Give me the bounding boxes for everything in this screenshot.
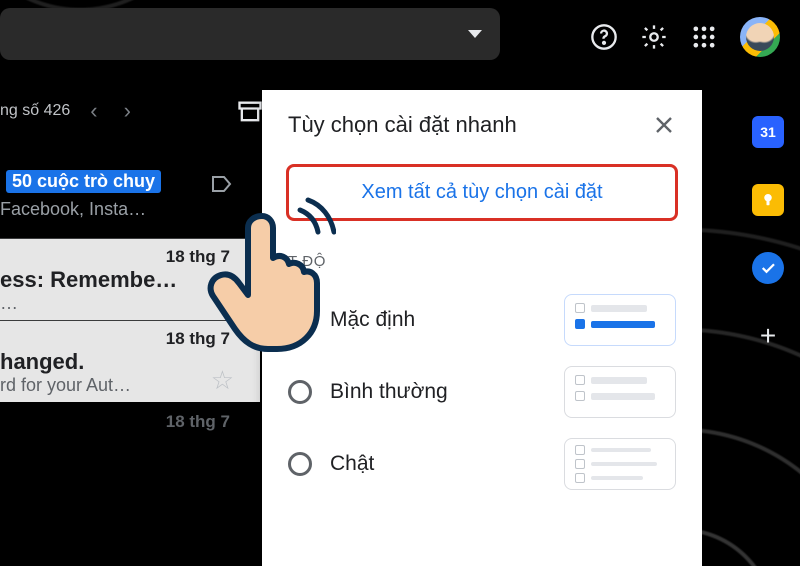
radio-icon [288,308,312,332]
mail-date: 18 thg 7 [0,247,260,267]
pagination-count: ng số 426 [0,102,70,120]
tasks-addon-icon[interactable] [752,252,784,284]
label-icon [210,172,234,201]
gear-icon[interactable] [640,23,668,51]
mail-date: 18 thg 7 [0,412,260,432]
add-addon-icon[interactable]: + [752,320,784,352]
page-next-icon[interactable]: › [118,98,137,124]
option-label: Mặc định [330,308,546,332]
mail-date: 18 thg 7 [0,329,260,349]
app-header [0,0,800,74]
category-chip: 50 cuộc trò chuy [6,170,161,193]
mail-row[interactable]: 18 thg 7 hanged. rd for your Aut… ☆ [0,320,260,402]
density-option-comfortable[interactable]: Bình thường [262,356,702,428]
density-option-compact[interactable]: Chật [262,428,702,500]
apps-grid-icon[interactable] [690,23,718,51]
search-options-caret-icon[interactable] [468,30,482,38]
keep-addon-icon[interactable] [752,184,784,216]
category-sub: Facebook, Insta… [0,199,260,220]
star-icon[interactable]: ☆ [211,283,234,314]
inbox-list: ng số 426 ‹ › 50 cuộc trò chuy Facebook,… [0,98,260,432]
star-icon[interactable]: ☆ [211,365,234,396]
option-label: Chật [330,452,546,476]
side-panel-rail: 31 + [736,90,800,566]
category-social[interactable]: 50 cuộc trò chuy Facebook, Insta… [0,170,260,220]
panel-header: Tùy chọn cài đặt nhanh [262,90,702,148]
density-preview [564,366,676,418]
density-section-label: T ĐỘ [288,253,702,270]
archive-icon[interactable] [236,98,264,126]
help-icon[interactable] [590,23,618,51]
density-preview [564,294,676,346]
page-prev-icon[interactable]: ‹ [84,98,103,124]
pagination: ng số 426 ‹ › [0,98,260,124]
mail-row[interactable]: 18 thg 7 ess: Remembe… … ☆ [0,238,260,320]
close-icon[interactable] [652,113,676,137]
search-bar[interactable] [0,8,500,60]
radio-icon [288,380,312,404]
account-avatar[interactable] [740,17,780,57]
calendar-addon-icon[interactable]: 31 [752,116,784,148]
density-preview [564,438,676,490]
density-option-default[interactable]: Mặc định [262,284,702,356]
quick-settings-panel: Tùy chọn cài đặt nhanh Xem tất cả tùy ch… [262,90,702,566]
radio-icon [288,452,312,476]
option-label: Bình thường [330,380,546,404]
panel-title: Tùy chọn cài đặt nhanh [288,112,517,138]
see-all-settings-button[interactable]: Xem tất cả tùy chọn cài đặt [288,166,676,219]
